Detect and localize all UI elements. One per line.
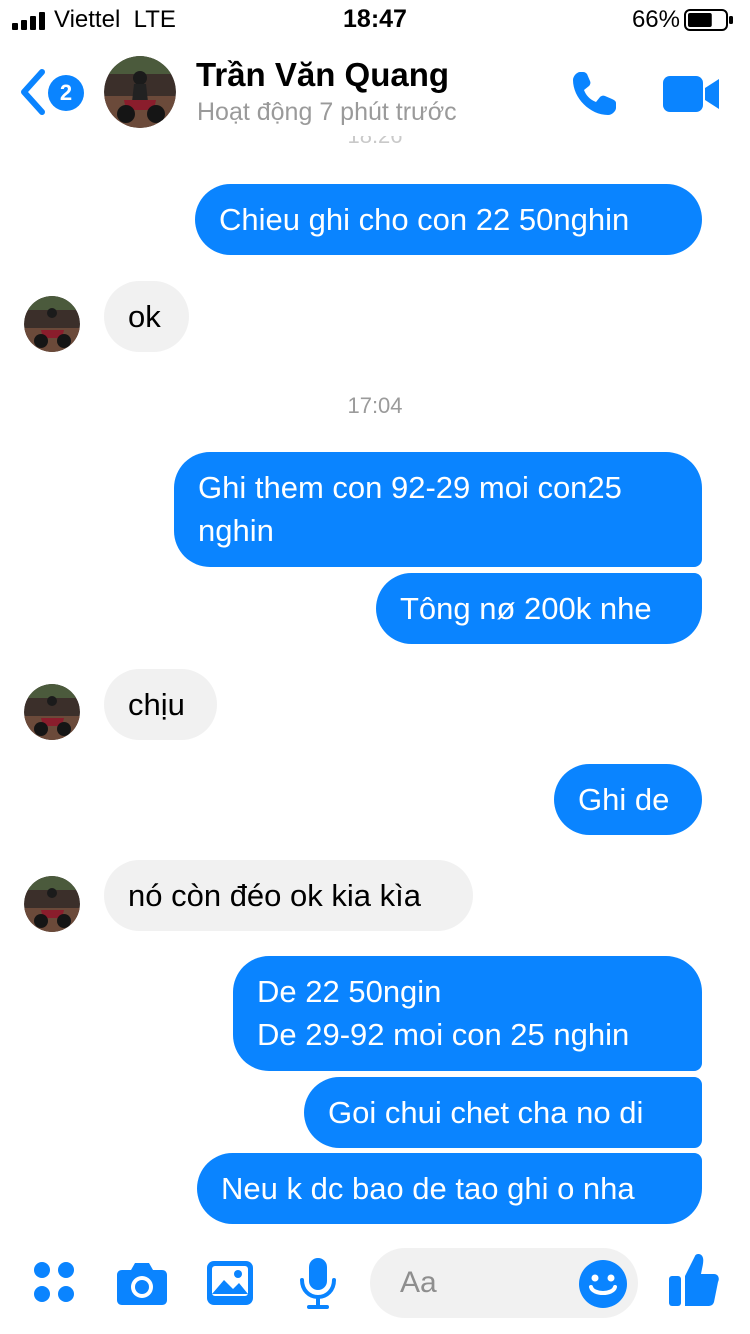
contact-status: Hoạt động 7 phút trước	[197, 98, 457, 126]
outgoing-message-bubble[interactable]: Tông nø 200k nhe	[376, 573, 702, 644]
message-text-line: nghin	[198, 513, 274, 548]
outgoing-message-bubble[interactable]: Chieu ghi cho con 22 50nghin	[195, 184, 702, 255]
message-text: ok	[128, 299, 161, 334]
outgoing-message-bubble[interactable]: Ghi de	[554, 764, 702, 835]
incoming-message-bubble[interactable]: chịu	[104, 669, 217, 740]
contact-name[interactable]: Trần Văn Quang	[196, 56, 449, 94]
avatar[interactable]	[24, 876, 80, 932]
phone-call-icon[interactable]	[568, 68, 620, 120]
composer-bar: Aa	[0, 1240, 750, 1334]
message-text-line: De 29-92 moi con 25 nghin	[257, 1017, 630, 1052]
message-text: Tông nø 200k nhe	[400, 591, 652, 626]
timestamp: 17:04	[347, 393, 403, 418]
message-text-line: De 22 50ngin	[257, 974, 442, 1009]
apps-icon[interactable]	[32, 1260, 76, 1304]
message-text: chịu	[128, 687, 185, 722]
thumbs-up-icon[interactable]	[668, 1252, 720, 1308]
outgoing-message-bubble[interactable]: Ghi them con 92-29 moi con25 nghin	[174, 452, 702, 567]
message-text: Neu k dc bao de tao ghi o nha	[221, 1171, 635, 1206]
message-text: Goi chui chet cha no di	[328, 1095, 644, 1130]
message-text: Ghi de	[578, 782, 670, 817]
microphone-icon[interactable]	[298, 1256, 338, 1310]
video-call-icon[interactable]	[662, 74, 720, 114]
unread-badge[interactable]: 2	[48, 75, 84, 111]
battery-percent: 66%	[631, 6, 680, 33]
outgoing-message-bubble[interactable]: Neu k dc bao de tao ghi o nha	[197, 1153, 702, 1224]
avatar[interactable]	[104, 56, 176, 128]
incoming-message-bubble[interactable]: nó còn đéo ok kia kìa	[104, 860, 473, 931]
emoji-icon[interactable]	[578, 1259, 628, 1309]
avatar[interactable]	[24, 296, 80, 352]
outgoing-message-bubble[interactable]: Goi chui chet cha no di	[304, 1077, 702, 1148]
status-bar: Viettel LTE 18:47 66%	[0, 0, 750, 40]
conversation-header: 2 Trần Văn Quang Hoạt động 7 phút trước	[0, 40, 750, 140]
avatar[interactable]	[24, 684, 80, 740]
message-text: Chieu ghi cho con 22 50nghin	[219, 202, 630, 237]
message-input[interactable]: Aa	[370, 1248, 638, 1318]
battery-icon	[684, 9, 733, 31]
message-text: nó còn đéo ok kia kìa	[128, 878, 421, 913]
incoming-message-bubble[interactable]: ok	[104, 281, 189, 352]
outgoing-message-bubble[interactable]: De 22 50ngin De 29-92 moi con 25 nghin	[233, 956, 702, 1071]
message-text-line: Ghi them con 92-29 moi con25	[198, 470, 622, 505]
timestamp-clipped: 18:26	[0, 136, 750, 146]
image-icon[interactable]	[206, 1260, 254, 1306]
camera-icon[interactable]	[116, 1260, 168, 1306]
message-input-placeholder: Aa	[400, 1266, 437, 1299]
